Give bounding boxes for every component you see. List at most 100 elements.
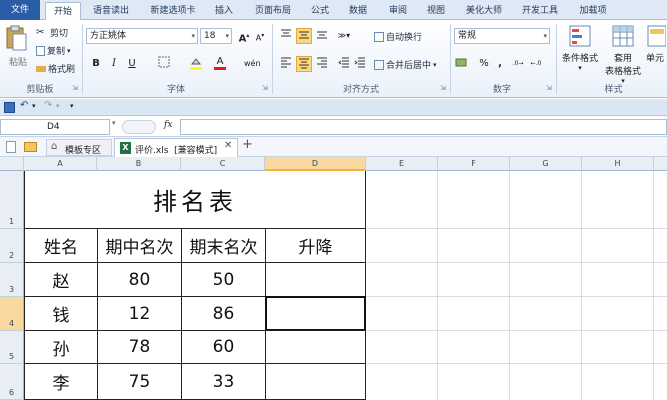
cell-change[interactable]: [265, 330, 366, 364]
cell-change[interactable]: [265, 363, 366, 400]
shrink-font-icon[interactable]: A▾: [252, 28, 268, 44]
cell-final[interactable]: 86: [181, 296, 266, 331]
merge-center-button[interactable]: 合并后居中 ▾: [374, 58, 437, 71]
column-header-a[interactable]: A: [24, 157, 97, 171]
redo-icon[interactable]: ↷: [44, 100, 52, 111]
save-icon[interactable]: [4, 102, 15, 113]
row-header-2[interactable]: 2: [0, 229, 24, 263]
increase-indent-icon[interactable]: [352, 56, 368, 72]
tab-meihua[interactable]: 美化大师: [458, 2, 510, 20]
column-header-i[interactable]: I: [654, 157, 667, 171]
cell-change[interactable]: [265, 262, 366, 297]
select-all-corner[interactable]: [0, 157, 24, 171]
italic-button[interactable]: I: [106, 56, 122, 72]
add-tab-icon[interactable]: +: [242, 137, 253, 152]
font-launcher-icon[interactable]: ⇲: [262, 84, 268, 92]
number-format-combo[interactable]: 常规 ▾: [454, 28, 550, 44]
number-launcher-icon[interactable]: ⇲: [546, 84, 552, 92]
tab-workbook-active[interactable]: X 评价.xls [兼容模式]: [114, 138, 238, 157]
phonetic-button[interactable]: wén: [244, 56, 261, 72]
folder-icon[interactable]: [24, 142, 37, 152]
tab-insert[interactable]: 插入: [208, 2, 240, 20]
comma-button[interactable]: ,: [492, 56, 508, 72]
new-doc-icon[interactable]: [6, 141, 16, 153]
row-header-3[interactable]: 3: [0, 263, 24, 297]
underline-button[interactable]: U: [124, 56, 140, 72]
cell-midterm[interactable]: 78: [97, 330, 182, 364]
wrap-text-button[interactable]: 自动换行: [374, 30, 422, 43]
row-header-1[interactable]: 1: [0, 171, 24, 229]
table-title[interactable]: 排名表: [24, 171, 366, 229]
cell-name[interactable]: 李: [24, 363, 98, 400]
cell-styles-button[interactable]: 单元: [646, 24, 667, 78]
active-cell-d4[interactable]: [265, 296, 366, 331]
column-header-g[interactable]: G: [510, 157, 582, 171]
format-painter-button[interactable]: 格式刷: [36, 62, 75, 75]
undo-icon[interactable]: ↶: [20, 100, 28, 111]
tab-home[interactable]: 开始: [45, 2, 81, 21]
tab-addins[interactable]: 加载项: [572, 2, 614, 20]
tab-review[interactable]: 审阅: [382, 2, 414, 20]
cell-name[interactable]: 赵: [24, 262, 98, 297]
fx-icon[interactable]: fx: [164, 120, 172, 130]
align-bottom-icon[interactable]: [314, 28, 330, 44]
tab-speech[interactable]: 语音读出: [86, 2, 136, 20]
header-change[interactable]: 升降: [265, 228, 366, 263]
align-left-icon[interactable]: [278, 56, 294, 72]
undo-dropdown-icon[interactable]: ▾: [32, 102, 36, 110]
orientation-icon[interactable]: ≫▾: [336, 28, 352, 44]
header-name[interactable]: 姓名: [24, 228, 98, 263]
format-as-table-button[interactable]: 套用 表格格式 ▾: [602, 24, 644, 85]
row-header-6[interactable]: 6: [0, 364, 24, 400]
redo-dropdown-icon[interactable]: ▾: [56, 102, 60, 110]
cell-final[interactable]: 33: [181, 363, 266, 400]
conditional-format-button[interactable]: 条件格式 ▾: [560, 24, 600, 78]
formula-input[interactable]: [180, 119, 667, 135]
font-size-combo[interactable]: 18 ▾: [200, 28, 232, 44]
currency-icon[interactable]: [454, 56, 470, 72]
cell-final[interactable]: 50: [181, 262, 266, 297]
column-header-d[interactable]: D: [265, 157, 366, 171]
row-header-4[interactable]: 4: [0, 297, 24, 331]
increase-decimal-icon[interactable]: .0→: [510, 56, 526, 72]
tab-developer[interactable]: 开发工具: [516, 2, 564, 20]
formula-bar-divider[interactable]: [122, 120, 156, 134]
align-center-icon[interactable]: [296, 56, 312, 72]
tab-data[interactable]: 数据: [342, 2, 374, 20]
alignment-launcher-icon[interactable]: ⇲: [440, 84, 446, 92]
name-box[interactable]: D4: [0, 119, 110, 135]
column-header-f[interactable]: F: [438, 157, 510, 171]
tab-new-tab[interactable]: 新建选项卡: [144, 2, 202, 20]
tab-file[interactable]: 文件: [0, 0, 40, 20]
font-color-button[interactable]: A: [212, 56, 228, 72]
fill-color-icon[interactable]: [188, 56, 204, 72]
row-header-5[interactable]: 5: [0, 331, 24, 364]
customize-qat-icon[interactable]: ▾: [70, 102, 74, 110]
close-tab-icon[interactable]: ✕: [224, 140, 232, 151]
cell-name[interactable]: 孙: [24, 330, 98, 364]
align-top-icon[interactable]: [278, 28, 294, 44]
bold-button[interactable]: B: [88, 56, 104, 72]
column-header-e[interactable]: E: [366, 157, 438, 171]
grow-font-icon[interactable]: A▴: [236, 28, 252, 44]
tab-template-zone[interactable]: ⌂ 模板专区: [46, 139, 112, 156]
name-box-dropdown-icon[interactable]: ▾: [112, 119, 116, 127]
decrease-indent-icon[interactable]: [336, 56, 352, 72]
percent-button[interactable]: %: [476, 56, 492, 72]
border-icon[interactable]: [156, 56, 172, 72]
clipboard-launcher-icon[interactable]: ⇲: [72, 84, 78, 92]
cell-midterm[interactable]: 80: [97, 262, 182, 297]
header-midterm-rank[interactable]: 期中名次: [97, 228, 182, 263]
cell-name[interactable]: 钱: [24, 296, 98, 331]
cell-midterm[interactable]: 12: [97, 296, 182, 331]
column-header-b[interactable]: B: [97, 157, 181, 171]
tab-view[interactable]: 视图: [420, 2, 452, 20]
cell-midterm[interactable]: 75: [97, 363, 182, 400]
font-name-combo[interactable]: 方正姚体 ▾: [86, 28, 198, 44]
header-final-rank[interactable]: 期末名次: [181, 228, 266, 263]
decrease-decimal-icon[interactable]: ←.0: [528, 56, 544, 72]
copy-button[interactable]: 复制 ▾: [36, 44, 71, 57]
paste-button[interactable]: 粘贴: [4, 24, 32, 74]
cell-final[interactable]: 60: [181, 330, 266, 364]
align-right-icon[interactable]: [314, 56, 330, 72]
